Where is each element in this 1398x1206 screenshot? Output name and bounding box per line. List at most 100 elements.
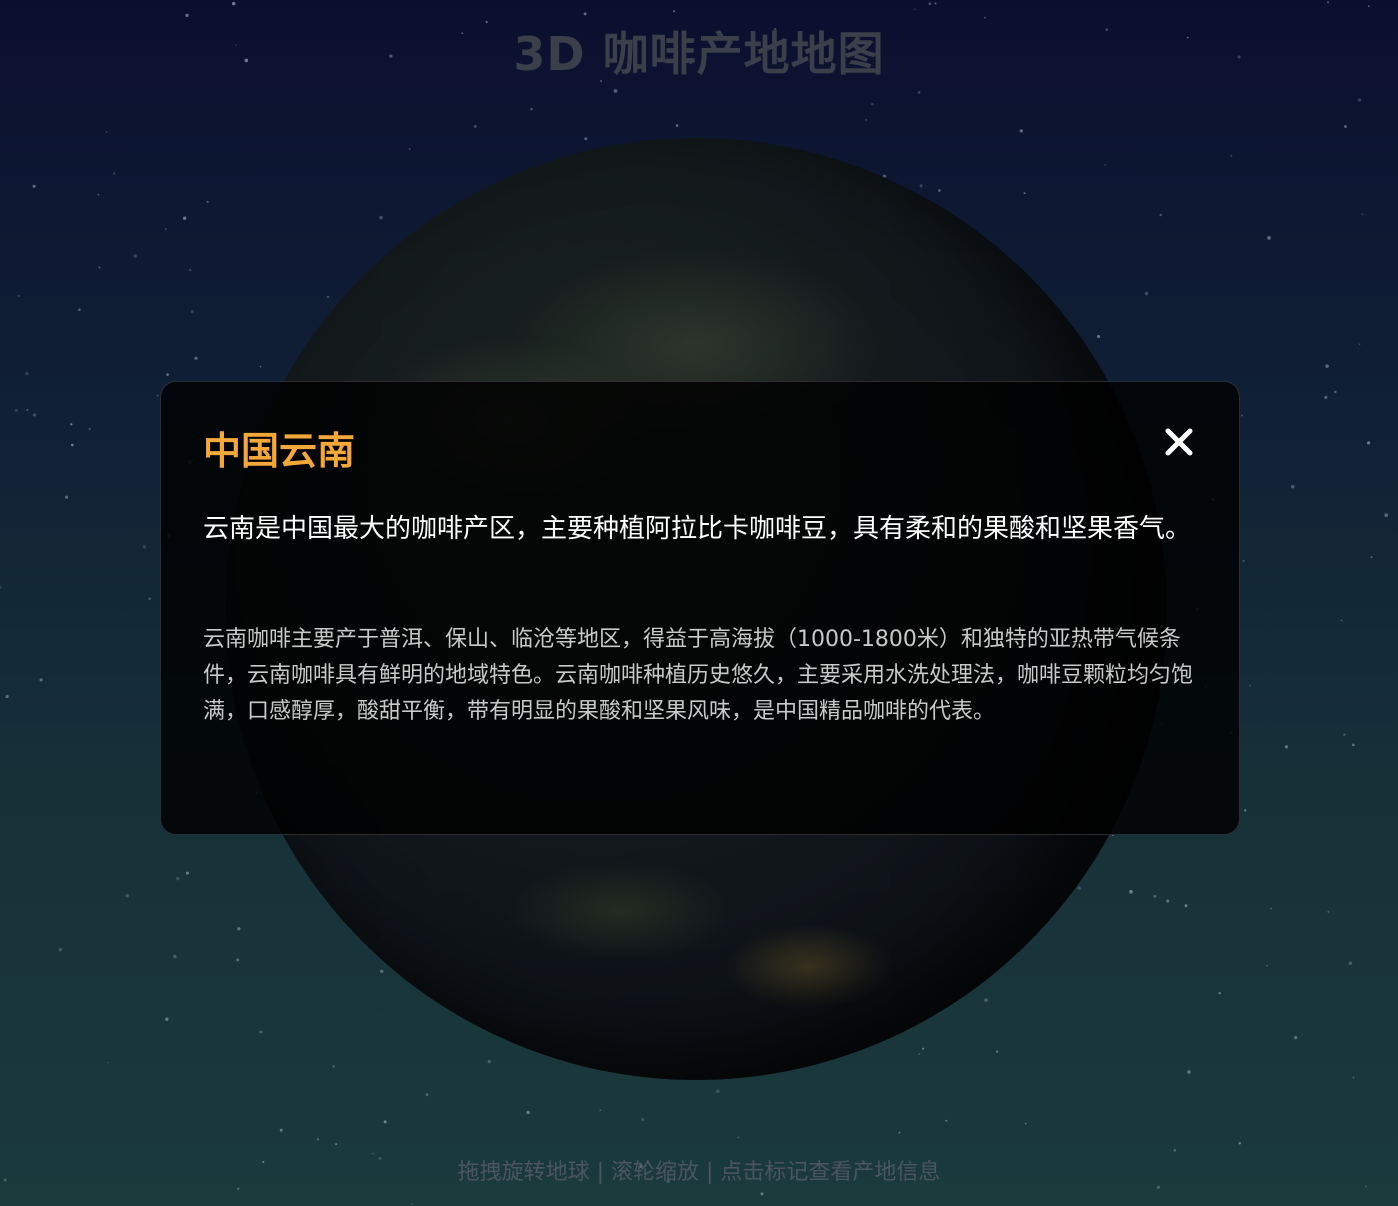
star	[408, 148, 411, 151]
star	[33, 413, 37, 417]
star	[113, 172, 116, 175]
star	[206, 200, 209, 203]
star	[279, 1128, 283, 1132]
star	[919, 184, 923, 188]
star	[984, 998, 988, 1002]
star	[332, 1064, 335, 1068]
star	[1266, 964, 1268, 967]
star	[125, 894, 129, 898]
star	[898, 1131, 901, 1134]
star	[1326, 1, 1330, 4]
star	[995, 1050, 999, 1053]
star	[142, 545, 146, 549]
star	[65, 495, 69, 499]
star	[1173, 1149, 1177, 1152]
star	[937, 189, 941, 192]
star	[737, 1136, 740, 1139]
star	[473, 124, 477, 128]
star	[39, 678, 43, 682]
star	[1334, 390, 1337, 394]
star	[231, 1, 236, 6]
star	[1344, 125, 1347, 128]
star	[183, 216, 187, 220]
star	[1159, 213, 1162, 217]
close-icon	[1165, 428, 1193, 456]
star	[70, 443, 74, 447]
star	[259, 365, 262, 368]
star	[934, 2, 937, 5]
star	[97, 193, 100, 196]
star	[1023, 192, 1026, 195]
star	[380, 969, 384, 973]
star	[1230, 154, 1233, 157]
star	[165, 1017, 169, 1021]
star	[1240, 414, 1243, 417]
star	[1340, 619, 1343, 622]
star	[185, 871, 189, 875]
star	[156, 394, 159, 397]
star	[148, 597, 151, 600]
star	[236, 958, 240, 962]
star	[1294, 1035, 1298, 1040]
star	[383, 1120, 387, 1124]
star	[176, 876, 180, 881]
star	[928, 2, 932, 6]
star	[1244, 809, 1247, 812]
star	[133, 254, 137, 258]
usage-hint: 拖拽旋转地球 | 滚轮缩放 | 点击标记查看产地信息	[457, 1160, 941, 1185]
star	[1357, 98, 1362, 102]
origin-info-modal: 中国云南 云南是中国最大的咖啡产区，主要种植阿拉比卡咖啡豆，具有柔和的果酸和坚果…	[160, 381, 1240, 835]
star	[715, 1089, 720, 1094]
star	[70, 423, 73, 426]
star	[14, 408, 18, 412]
modal-title: 中国云南	[203, 429, 356, 473]
star	[1129, 889, 1133, 894]
star	[584, 137, 588, 141]
star	[1327, 910, 1330, 913]
star	[922, 1047, 925, 1050]
origin-detail: 云南咖啡主要产于普洱、保山、临沧等地区，得益于高海拔（1000-1800米）和独…	[203, 627, 1194, 724]
star	[526, 1110, 530, 1115]
star	[1187, 1070, 1191, 1074]
star	[1166, 899, 1170, 903]
star	[335, 1143, 338, 1146]
star	[1384, 513, 1389, 517]
page-title: 3D 咖啡产地地图	[513, 27, 885, 81]
star	[425, 1093, 429, 1097]
star	[530, 107, 533, 111]
star	[173, 954, 177, 959]
star	[185, 13, 189, 18]
star	[918, 1052, 921, 1056]
star	[1358, 343, 1361, 346]
star	[1242, 559, 1245, 563]
star	[1153, 894, 1157, 898]
star	[1024, 1122, 1027, 1125]
star	[599, 1109, 602, 1112]
star	[1249, 684, 1251, 687]
star	[760, 1192, 764, 1196]
star	[1351, 743, 1355, 747]
star	[58, 947, 63, 952]
star	[1238, 1142, 1242, 1145]
star	[673, 10, 676, 13]
star	[105, 131, 108, 134]
star	[1291, 484, 1295, 489]
star	[1284, 745, 1289, 749]
star	[871, 102, 874, 106]
star	[1324, 395, 1328, 399]
star	[1343, 733, 1346, 736]
star	[917, 91, 921, 94]
star	[190, 309, 194, 314]
star	[1370, 556, 1373, 558]
star	[25, 372, 29, 376]
star	[0, 586, 2, 589]
star	[98, 266, 101, 269]
star	[88, 427, 91, 430]
star	[641, 1117, 645, 1121]
star	[1144, 291, 1149, 296]
star	[188, 268, 192, 272]
close-button[interactable]	[1161, 424, 1197, 460]
star	[1077, 886, 1081, 890]
star	[914, 8, 916, 11]
star	[107, 1061, 109, 1064]
